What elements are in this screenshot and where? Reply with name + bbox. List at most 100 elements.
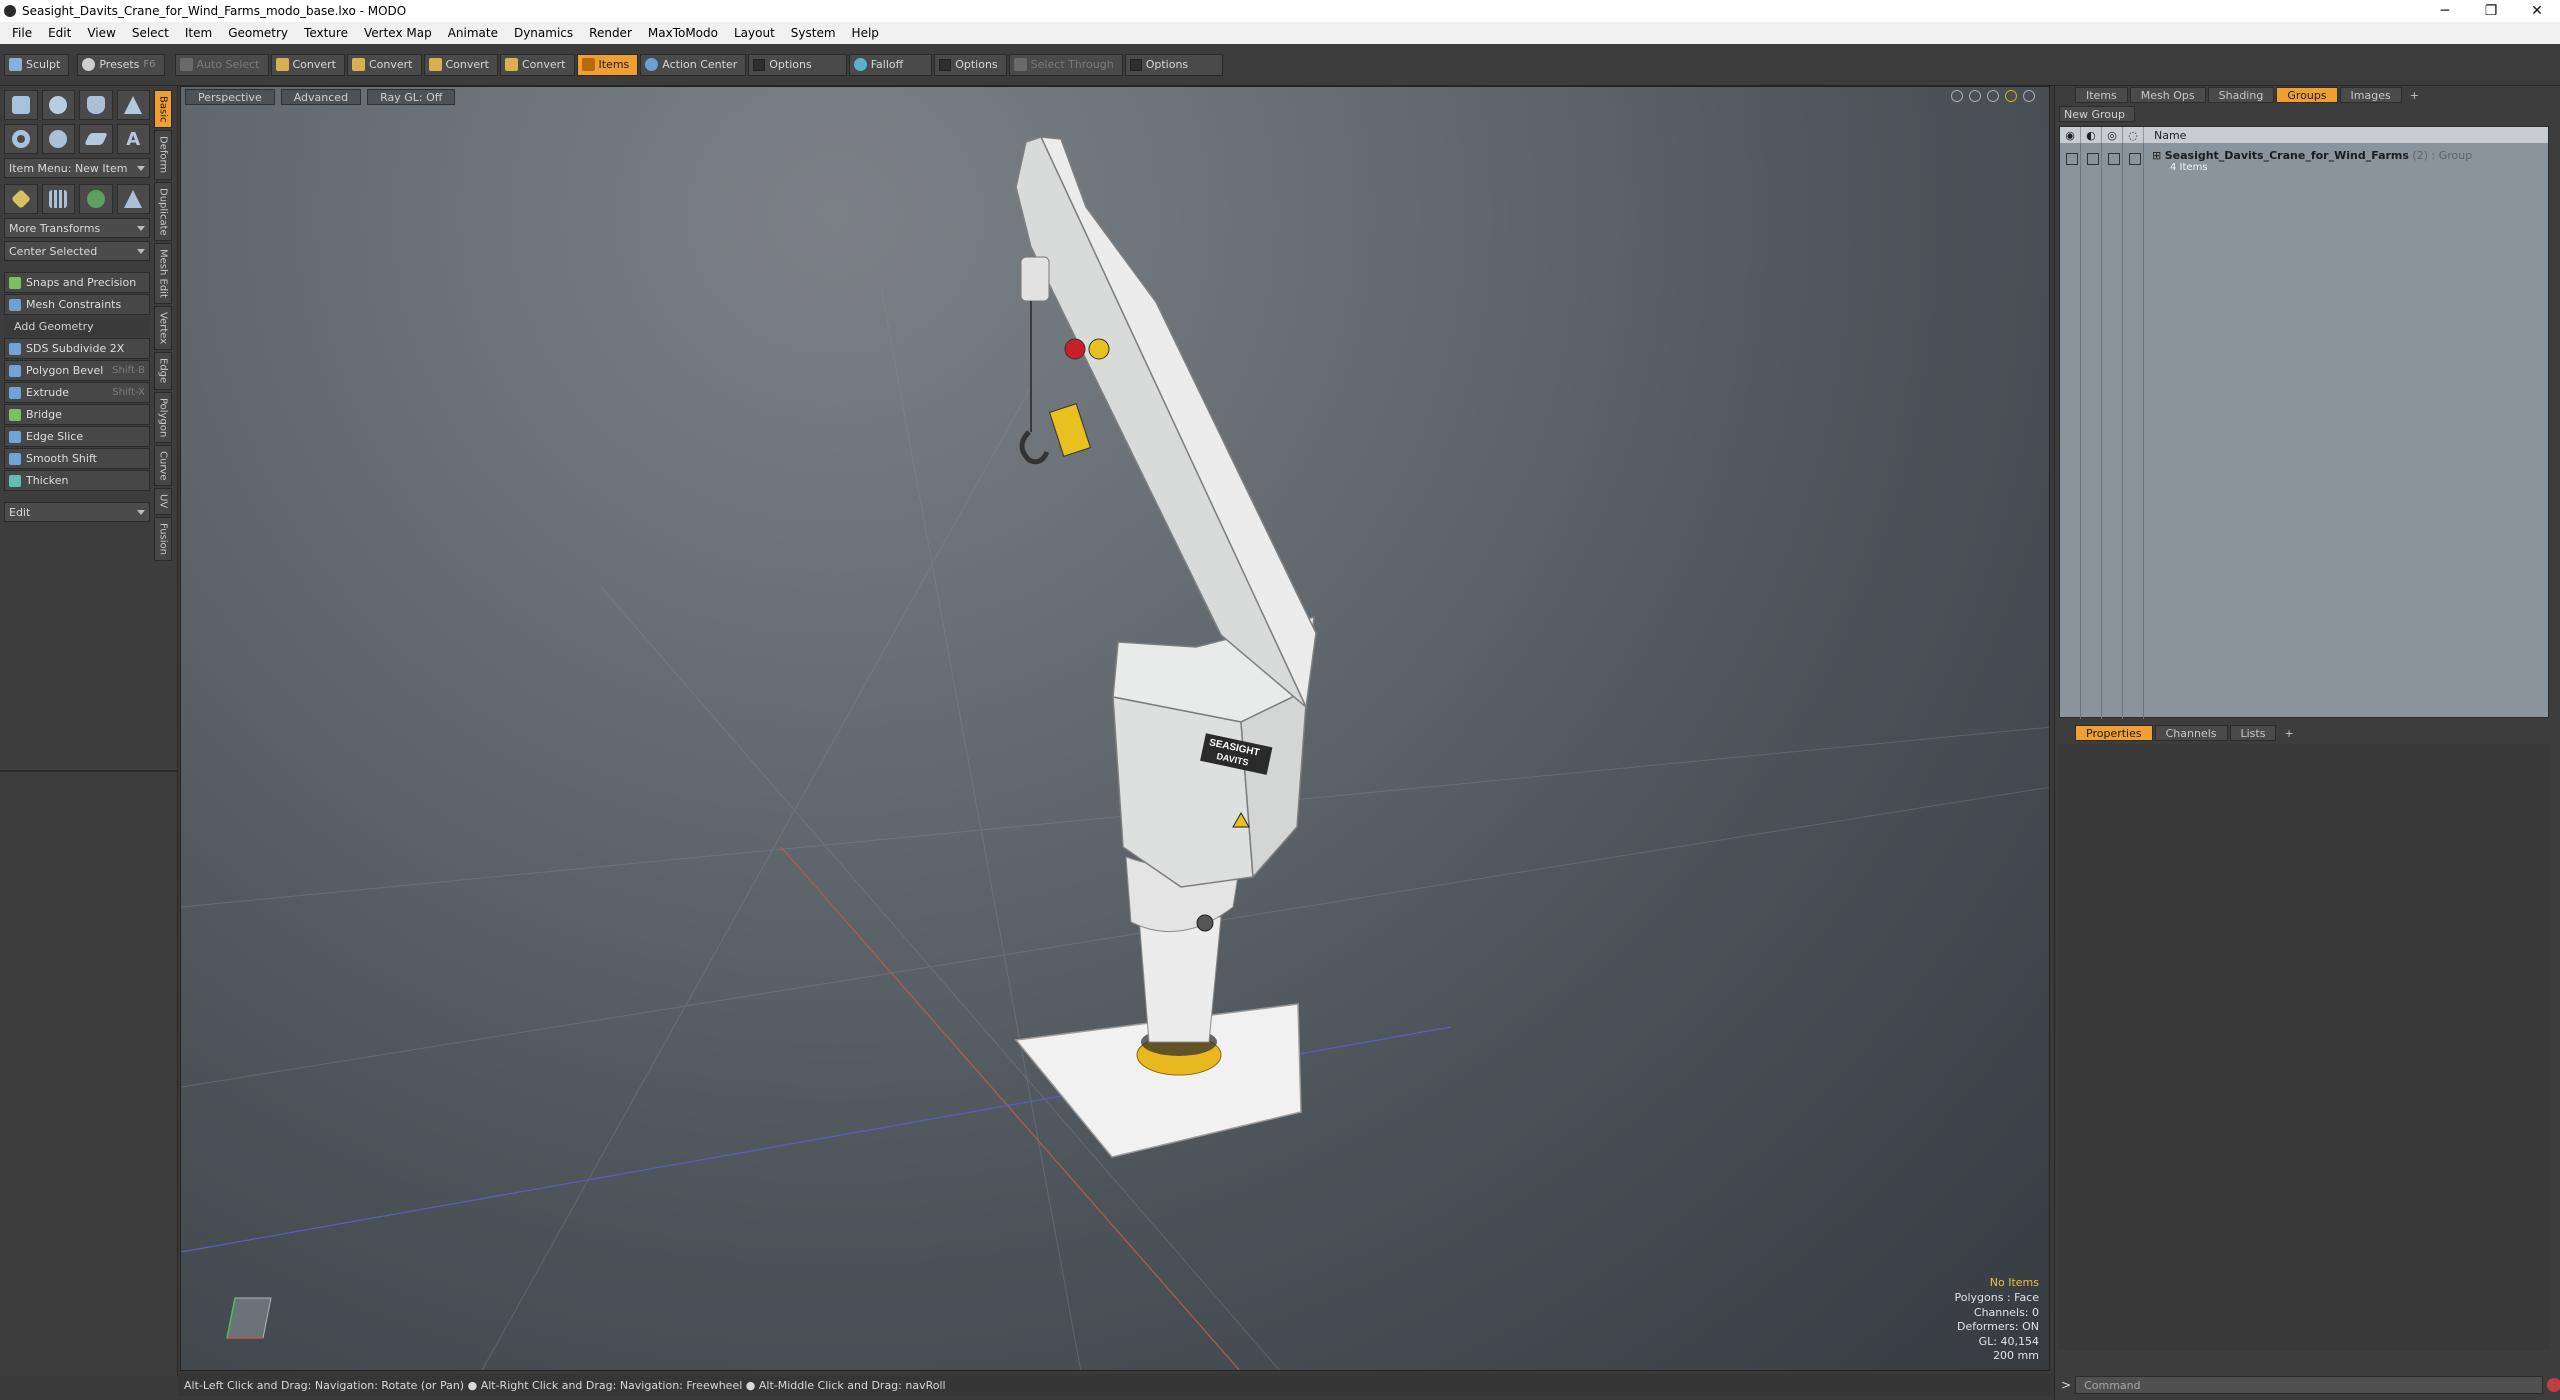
- text-primitive-button[interactable]: A: [116, 124, 150, 154]
- snaps-precision-button[interactable]: Snaps and Precision: [4, 272, 150, 293]
- menu-dynamics[interactable]: Dynamics: [506, 22, 581, 44]
- options-checkbox[interactable]: [1129, 58, 1142, 71]
- brush-view-icon[interactable]: [2005, 90, 2017, 102]
- minimize-button[interactable]: ─: [2422, 0, 2468, 22]
- rotate-view-icon[interactable]: [1969, 90, 1981, 102]
- tab-properties[interactable]: Properties: [2075, 725, 2153, 741]
- cone-primitive-button[interactable]: [116, 90, 150, 120]
- command-execute-icon[interactable]: [2547, 1378, 2560, 1392]
- 3d-viewport[interactable]: SEASIGHT DAVITS Perspective Advanced Ray…: [180, 86, 2050, 1371]
- gear-icon[interactable]: [2023, 90, 2035, 102]
- torus-primitive-button[interactable]: [4, 124, 38, 154]
- select-column-icon[interactable]: ◌: [2123, 127, 2144, 143]
- tab-duplicate[interactable]: Duplicate: [154, 181, 172, 242]
- action-center-button[interactable]: Action Center: [640, 53, 747, 76]
- menu-animate[interactable]: Animate: [440, 22, 506, 44]
- tab-items[interactable]: Items: [2075, 87, 2128, 103]
- convert-materials-button[interactable]: Convert: [500, 53, 575, 76]
- plane-primitive-button[interactable]: [79, 124, 113, 154]
- group-visibility-toggle[interactable]: [2066, 153, 2078, 165]
- name-column-header[interactable]: Name: [2144, 129, 2186, 142]
- sphere-primitive-button[interactable]: [41, 90, 75, 120]
- menu-render[interactable]: Render: [581, 22, 640, 44]
- advanced-shading-button[interactable]: Advanced: [280, 89, 362, 105]
- menu-texture[interactable]: Texture: [296, 22, 356, 44]
- menu-edit[interactable]: Edit: [40, 22, 79, 44]
- menu-vertex-map[interactable]: Vertex Map: [356, 22, 440, 44]
- presets-button[interactable]: Presets F6: [77, 53, 165, 76]
- tab-images[interactable]: Images: [2339, 87, 2402, 103]
- extrude-button[interactable]: Extrude Shift-X: [4, 382, 150, 403]
- group-expand-icon[interactable]: ⊞: [2152, 149, 2165, 162]
- sds-subdivide-button[interactable]: SDS Subdivide 2X: [4, 338, 150, 359]
- new-group-button[interactable]: New Group: [2059, 106, 2135, 122]
- thicken-button[interactable]: Thicken: [4, 470, 150, 491]
- edge-slice-button[interactable]: Edge Slice: [4, 426, 150, 447]
- add-tab-icon[interactable]: +: [2278, 725, 2299, 741]
- visibility-column-icon[interactable]: ◉: [2060, 127, 2081, 143]
- item-menu-dropdown[interactable]: Item Menu: New Item: [4, 158, 150, 178]
- action-center-options-button[interactable]: Options: [748, 53, 847, 76]
- tab-shading[interactable]: Shading: [2207, 87, 2275, 103]
- convert-polygons-button[interactable]: Convert: [423, 53, 498, 76]
- perspective-view-button[interactable]: Perspective: [185, 89, 275, 105]
- menu-maxtomodo[interactable]: MaxToModo: [640, 22, 726, 44]
- tab-vertex[interactable]: Vertex: [154, 306, 172, 351]
- zoom-view-icon[interactable]: [1987, 90, 1999, 102]
- tab-fusion[interactable]: Fusion: [154, 516, 172, 561]
- tab-deform[interactable]: Deform: [154, 130, 172, 180]
- select-through-button[interactable]: Select Through: [1008, 53, 1123, 76]
- edit-dropdown[interactable]: Edit: [4, 502, 150, 522]
- panel-divider[interactable]: [0, 770, 178, 772]
- tab-polygon[interactable]: Polygon: [154, 391, 172, 443]
- tab-lists[interactable]: Lists: [2229, 725, 2277, 741]
- options-checkbox[interactable]: [753, 58, 766, 71]
- center-selected-dropdown[interactable]: Center Selected: [4, 241, 150, 261]
- menu-file[interactable]: File: [4, 22, 40, 44]
- auto-select-button[interactable]: Auto Select: [174, 53, 269, 76]
- tab-basic[interactable]: Basic: [154, 90, 172, 129]
- polygon-bevel-button[interactable]: Polygon Bevel Shift-B: [4, 360, 150, 381]
- tab-channels[interactable]: Channels: [2154, 725, 2228, 741]
- menu-view[interactable]: View: [79, 22, 123, 44]
- maximize-button[interactable]: ❐: [2468, 0, 2514, 22]
- items-mode-button[interactable]: Items: [576, 53, 639, 76]
- locator-button[interactable]: [4, 184, 38, 214]
- group-list[interactable]: ◉ ◐ ◎ ◌ Name ⊞ Seasight_Davits_Crane_for…: [2059, 126, 2549, 719]
- select-through-options-button[interactable]: Options: [1124, 53, 1224, 76]
- lock-column-icon[interactable]: ◎: [2102, 127, 2123, 143]
- menu-select[interactable]: Select: [124, 22, 177, 44]
- close-button[interactable]: ✕: [2514, 0, 2560, 22]
- grid-button[interactable]: [41, 184, 75, 214]
- more-transforms-dropdown[interactable]: More Transforms: [4, 218, 150, 238]
- pyramid-button[interactable]: [116, 184, 150, 214]
- ray-gl-button[interactable]: Ray GL: Off: [367, 89, 456, 105]
- smooth-shift-button[interactable]: Smooth Shift: [4, 448, 150, 469]
- command-input[interactable]: Command: [2075, 1376, 2544, 1394]
- menu-item[interactable]: Item: [177, 22, 220, 44]
- menu-help[interactable]: Help: [844, 22, 887, 44]
- bridge-button[interactable]: Bridge: [4, 404, 150, 425]
- menu-layout[interactable]: Layout: [726, 22, 783, 44]
- falloff-button[interactable]: Falloff: [848, 53, 933, 76]
- capsule-primitive-button[interactable]: [41, 124, 75, 154]
- group-select-toggle[interactable]: [2129, 153, 2141, 165]
- options-checkbox[interactable]: [939, 58, 952, 71]
- group-render-toggle[interactable]: [2087, 153, 2099, 165]
- tab-curve[interactable]: Curve: [154, 444, 172, 487]
- menu-geometry[interactable]: Geometry: [220, 22, 296, 44]
- tab-edge[interactable]: Edge: [154, 352, 172, 390]
- mesh-constraints-button[interactable]: Mesh Constraints: [4, 294, 150, 315]
- tab-uv[interactable]: UV: [154, 488, 172, 515]
- tab-mesh-ops[interactable]: Mesh Ops: [2129, 87, 2206, 103]
- group-lock-toggle[interactable]: [2108, 153, 2120, 165]
- move-view-icon[interactable]: [1951, 90, 1963, 102]
- add-tab-icon[interactable]: +: [2404, 87, 2425, 103]
- convert-edges-button[interactable]: Convert: [347, 53, 422, 76]
- sculpt-button[interactable]: Sculpt: [4, 53, 70, 76]
- render-column-icon[interactable]: ◐: [2081, 127, 2102, 143]
- cylinder-primitive-button[interactable]: [79, 90, 113, 120]
- globe-button[interactable]: [79, 184, 113, 214]
- group-row[interactable]: ⊞ Seasight_Davits_Crane_for_Wind_Farms (…: [2152, 149, 2472, 173]
- falloff-options-button[interactable]: Options: [934, 53, 1007, 76]
